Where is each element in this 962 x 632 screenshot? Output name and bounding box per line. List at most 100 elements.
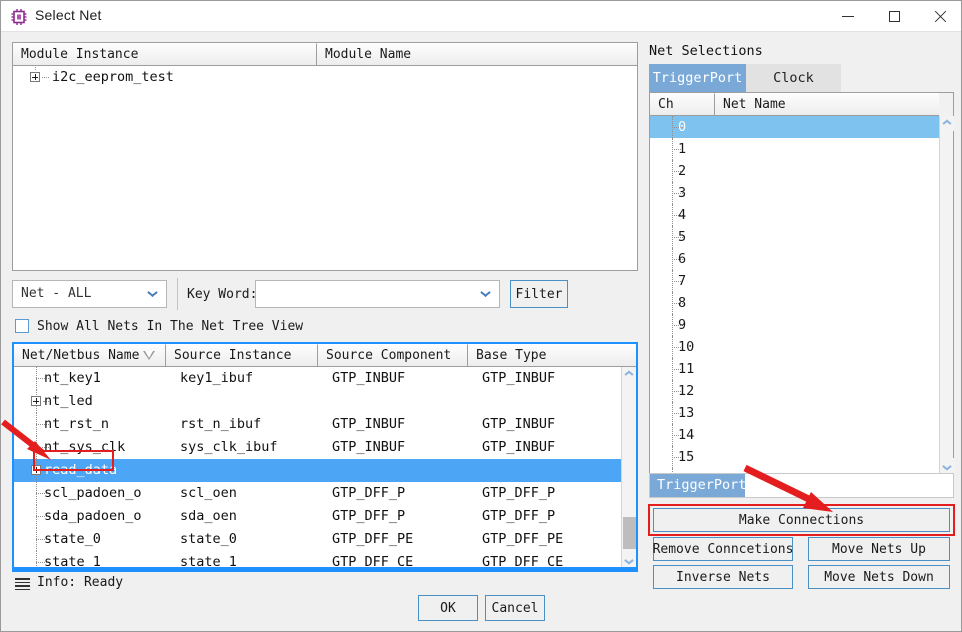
list-item[interactable]: 6 [650,248,939,270]
list-item[interactable]: 4 [650,204,939,226]
chevron-down-icon [943,463,951,468]
channel-table-header: Ch Net Name [650,93,953,116]
table-row[interactable]: nt_key1 key1_ibuf GTP_INBUF GTP_INBUF [14,367,621,390]
net-name-cell: scl_padoen_o [44,485,142,501]
list-item[interactable]: 7 [650,270,939,292]
table-row[interactable]: state_1 state_1 GTP_DFF_CE GTP_DFF_CE [14,551,621,567]
tree-guide-line [42,77,49,78]
column-header-ch[interactable]: Ch [650,93,715,116]
column-header-net-name-label: Net/Netbus Name [22,348,140,363]
list-item[interactable]: 8 [650,292,939,314]
minimize-icon [842,16,854,17]
scroll-up-button[interactable] [622,367,636,382]
scrollbar-thumb[interactable] [623,517,636,549]
move-nets-up-button[interactable]: Move Nets Up [808,537,950,561]
expand-icon[interactable] [31,396,41,406]
column-header-net-name[interactable]: Net Name [715,93,939,116]
channel-number: 2 [678,163,687,179]
channel-table[interactable]: Ch Net Name 012345678910111213141516 [649,92,954,474]
table-row[interactable]: scl_padoen_o scl_oen GTP_DFF_P GTP_DFF_P [14,482,621,505]
list-item[interactable]: 15 [650,446,939,468]
move-nets-down-button[interactable]: Move Nets Down [808,565,950,589]
trigger-port-label[interactable]: TriggerPort0 [650,474,755,497]
module-tree-body: i2c_eeprom_test [13,66,637,270]
title-bar: Select Net [1,1,961,32]
chevron-down-icon [148,291,157,296]
net-type-select[interactable]: Net - ALL [12,280,167,308]
base-type-cell: GTP_DFF_P [482,508,556,524]
scroll-up-button[interactable] [940,116,954,131]
channel-number: 7 [678,273,687,289]
maximize-button[interactable] [871,1,917,32]
net-table-header: Net/Netbus Name Source Instance Source C… [14,344,636,367]
net-name-cell: nt_sys_clk [44,439,126,455]
list-item[interactable]: 11 [650,358,939,380]
tab-clock[interactable]: Clock [746,64,841,92]
module-instance-name: i2c_eeprom_test [52,69,174,85]
list-item[interactable]: 9 [650,314,939,336]
channel-number: 6 [678,251,687,267]
base-type-cell: GTP_INBUF [482,416,556,432]
column-header-base-type[interactable]: Base Type [468,344,636,367]
list-item[interactable]: 14 [650,424,939,446]
list-item[interactable]: 1 [650,138,939,160]
column-header-source-component[interactable]: Source Component [318,344,468,367]
net-name-cell: state_1 [44,554,101,567]
chevron-down-icon [625,557,633,562]
source-instance-cell: state_0 [180,531,237,547]
status-separator [12,569,638,572]
channel-table-scrollbar[interactable] [939,116,954,473]
channel-number: 4 [678,207,687,223]
tab-triggerport[interactable]: TriggerPort [649,64,746,92]
sort-descending-icon [143,351,155,360]
list-item[interactable]: 5 [650,226,939,248]
column-header-module-instance[interactable]: Module Instance [13,43,317,66]
list-item[interactable]: 12 [650,380,939,402]
net-table-scrollbar[interactable] [621,367,636,567]
select-net-dialog: Select Net Module Instance Module Name i… [0,0,962,632]
scroll-down-button[interactable] [940,458,954,473]
source-component-cell: GTP_DFF_P [332,485,406,501]
table-row[interactable]: nt_rst_n rst_n_ibuf GTP_INBUF GTP_INBUF [14,413,621,436]
show-all-nets-checkbox[interactable] [15,319,29,333]
table-row[interactable]: read_data [14,459,621,482]
keyword-label: Key Word: [187,287,258,302]
list-item[interactable]: 13 [650,402,939,424]
module-instance-tree[interactable]: Module Instance Module Name i2c_eeprom_t… [12,42,638,271]
table-row[interactable]: nt_led [14,390,621,413]
filter-button[interactable]: Filter [510,280,568,308]
list-item[interactable]: 2 [650,160,939,182]
keyword-input[interactable] [255,280,500,308]
source-component-cell: GTP_INBUF [332,439,406,455]
inverse-nets-button[interactable]: Inverse Nets [653,565,793,589]
scroll-down-button[interactable] [622,552,636,567]
net-name-cell: sda_padoen_o [44,508,142,524]
base-type-cell: GTP_DFF_CE [482,554,564,567]
ok-button[interactable]: OK [418,595,478,621]
list-item[interactable]: 0 [650,116,939,138]
source-instance-cell: sda_oen [180,508,237,524]
base-type-cell: GTP_DFF_PE [482,531,564,547]
expand-icon[interactable] [30,72,40,82]
cancel-button[interactable]: Cancel [485,595,545,621]
status-text: Info: Ready [37,575,124,590]
list-item[interactable]: 10 [650,336,939,358]
minimize-button[interactable] [825,1,871,32]
table-row[interactable]: nt_sys_clk sys_clk_ibuf GTP_INBUF GTP_INBUF [14,436,621,459]
column-header-net-name[interactable]: Net/Netbus Name [14,344,166,367]
tree-row[interactable]: i2c_eeprom_test [13,66,637,88]
remove-connections-button[interactable]: Remove Conncetions [653,537,793,561]
table-row[interactable]: sda_padoen_o sda_oen GTP_DFF_P GTP_DFF_P [14,505,621,528]
channel-number: 1 [678,141,687,157]
column-header-module-name[interactable]: Module Name [317,43,637,66]
make-connections-button[interactable]: Make Connections [653,508,950,532]
source-instance-cell: rst_n_ibuf [180,416,262,432]
close-button[interactable] [917,1,961,32]
column-header-source-instance[interactable]: Source Instance [166,344,318,367]
list-item[interactable]: 3 [650,182,939,204]
channel-number: 3 [678,185,687,201]
net-table[interactable]: Net/Netbus Name Source Instance Source C… [12,342,638,569]
chevron-down-icon [481,291,490,296]
table-row[interactable]: state_0 state_0 GTP_DFF_PE GTP_DFF_PE [14,528,621,551]
expand-icon[interactable] [31,465,41,475]
